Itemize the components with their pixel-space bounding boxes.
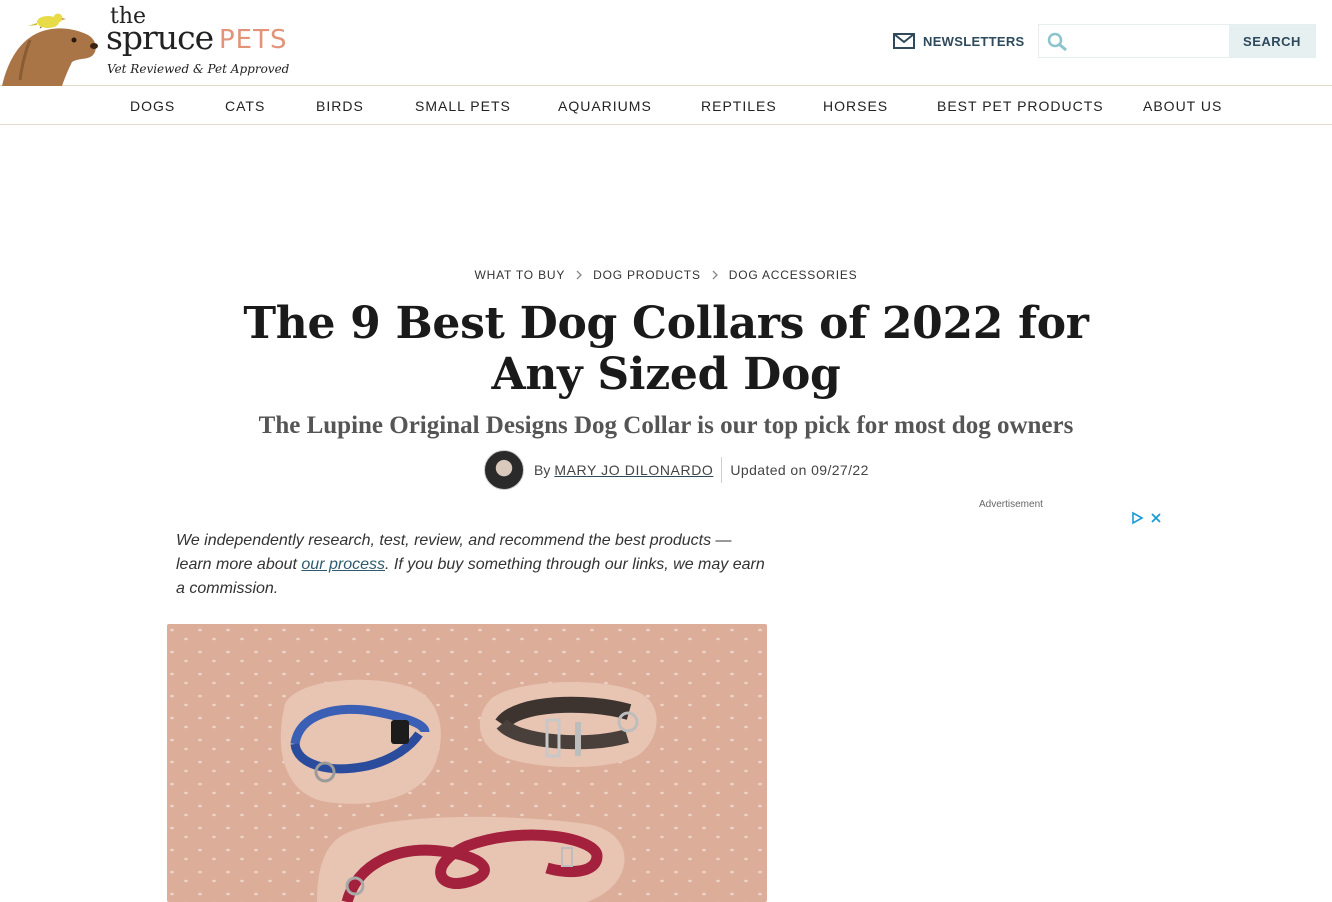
logo-spruce: spruce (106, 18, 214, 57)
byline: By MARY JO DILONARDO Updated on 09/27/22 (484, 450, 869, 490)
newsletters-label: NEWSLETTERS (923, 33, 1025, 49)
byline-by: By (534, 462, 551, 478)
search-input[interactable] (1073, 25, 1223, 57)
hero-image (167, 624, 767, 902)
ad-controls (1130, 511, 1162, 525)
affiliate-disclaimer: We independently research, test, review,… (176, 529, 766, 601)
page-title: The 9 Best Dog Collars of 2022 for Any S… (243, 298, 1089, 400)
search-form: SEARCH (1038, 24, 1316, 58)
chevron-right-icon (576, 270, 583, 280)
nav-item-best-pet-products[interactable]: BEST PET PRODUCTS (937, 98, 1104, 114)
search-button[interactable]: SEARCH (1229, 25, 1315, 57)
nav-item-aquariums[interactable]: AQUARIUMS (558, 98, 652, 114)
site-logo[interactable]: the spruce PETS Vet Reviewed & Pet Appro… (0, 0, 300, 86)
nav-item-about-us[interactable]: ABOUT US (1143, 98, 1222, 114)
site-header: the spruce PETS Vet Reviewed & Pet Appro… (0, 0, 1332, 86)
logo-tagline: Vet Reviewed & Pet Approved (107, 62, 290, 76)
breadcrumb-item[interactable]: DOG ACCESSORIES (729, 268, 858, 282)
nav-item-cats[interactable]: CATS (225, 98, 265, 114)
mail-icon (893, 33, 915, 49)
ad-label: Advertisement (979, 499, 1043, 510)
bird-icon (28, 13, 66, 28)
search-field (1039, 25, 1229, 57)
our-process-link[interactable]: our process (301, 556, 385, 573)
chevron-right-icon (712, 270, 718, 280)
nav-item-birds[interactable]: BIRDS (316, 98, 364, 114)
author-link[interactable]: MARY JO DILONARDO (554, 462, 713, 478)
breadcrumb-item[interactable]: DOG PRODUCTS (593, 268, 701, 282)
page-subtitle: The Lupine Original Designs Dog Collar i… (258, 412, 1074, 439)
newsletters-link[interactable]: NEWSLETTERS (893, 31, 1025, 51)
breadcrumb-item[interactable]: WHAT TO BUY (475, 268, 566, 282)
adchoices-icon[interactable] (1130, 511, 1144, 525)
logo-pets: PETS (219, 25, 288, 55)
breadcrumb: WHAT TO BUY DOG PRODUCTS DOG ACCESSORIES (0, 268, 1332, 282)
search-icon (1047, 32, 1067, 52)
nav-item-reptiles[interactable]: REPTILES (701, 98, 777, 114)
avatar[interactable] (484, 450, 524, 490)
byline-divider (721, 457, 723, 483)
close-icon[interactable] (1150, 511, 1162, 525)
hero-collars-illustration (167, 624, 767, 902)
dog-logo-icon (2, 13, 98, 86)
main-nav: DOGS CATS BIRDS SMALL PETS AQUARIUMS REP… (0, 87, 1332, 125)
nav-item-small-pets[interactable]: SMALL PETS (415, 98, 511, 114)
nav-item-horses[interactable]: HORSES (823, 98, 888, 114)
nav-item-dogs[interactable]: DOGS (130, 98, 175, 114)
updated-date: Updated on 09/27/22 (730, 462, 869, 478)
